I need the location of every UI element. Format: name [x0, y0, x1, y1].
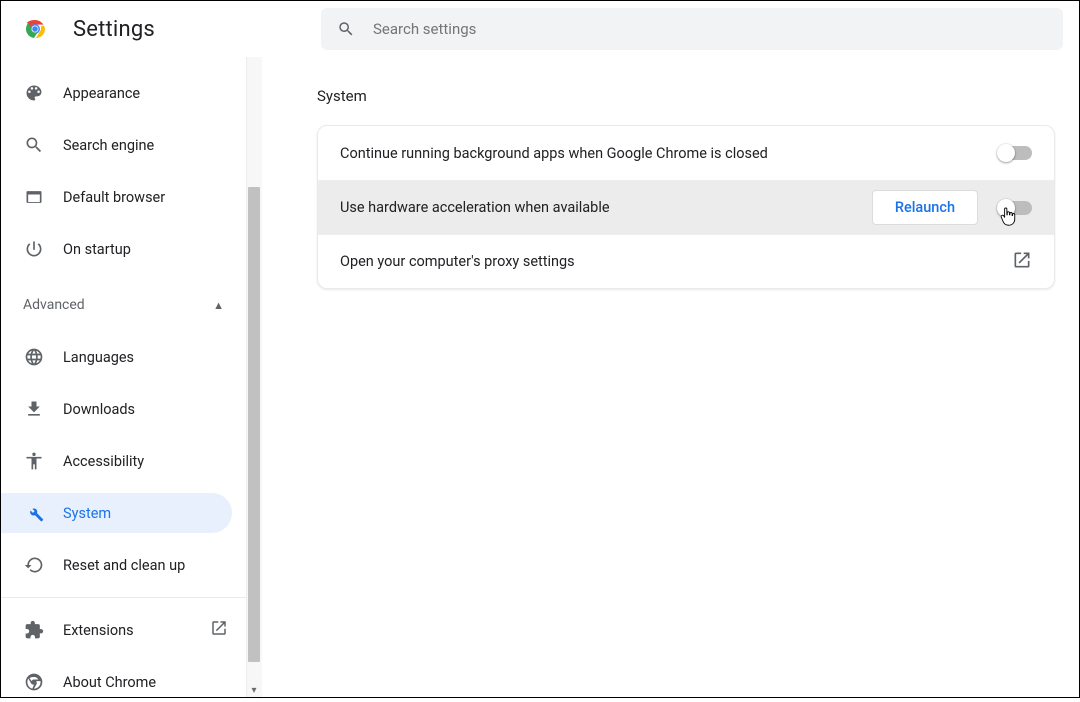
- accessibility-icon: [23, 450, 45, 472]
- sidebar-item-label: About Chrome: [63, 674, 156, 691]
- page-title: Settings: [73, 17, 283, 42]
- sidebar-scrollbar[interactable]: [246, 57, 262, 697]
- sidebar-item-on-startup[interactable]: On startup: [1, 229, 232, 269]
- sidebar-item-default-browser[interactable]: Default browser: [1, 177, 232, 217]
- setting-label: Use hardware acceleration when available: [340, 199, 872, 216]
- chrome-logo-icon: [23, 17, 47, 41]
- chevron-up-icon: ▲: [213, 299, 224, 312]
- sidebar-section-advanced[interactable]: Advanced ▲: [1, 281, 254, 325]
- toggle-hardware-accel[interactable]: [998, 201, 1032, 215]
- sidebar-item-about[interactable]: About Chrome: [1, 662, 232, 702]
- power-icon: [23, 238, 45, 260]
- sidebar: ▴ ▾ Appearance Search engine: [1, 57, 263, 697]
- sidebar-item-label: Downloads: [63, 401, 135, 418]
- search-input[interactable]: Search settings: [321, 8, 1063, 50]
- restore-icon: [23, 554, 45, 576]
- sidebar-item-label: Languages: [63, 349, 134, 366]
- search-placeholder: Search settings: [373, 20, 476, 38]
- browser-box-icon: [23, 186, 45, 208]
- settings-card: Continue running background apps when Go…: [317, 125, 1055, 289]
- main-panel: System Continue running background apps …: [263, 57, 1079, 697]
- setting-label: Continue running background apps when Go…: [340, 145, 998, 162]
- sidebar-item-languages[interactable]: Languages: [1, 337, 232, 377]
- sidebar-item-label: Reset and clean up: [63, 557, 185, 574]
- sidebar-item-label: System: [63, 505, 111, 522]
- palette-icon: [23, 82, 45, 104]
- sidebar-item-label: Search engine: [63, 137, 154, 154]
- advanced-label: Advanced: [23, 297, 85, 313]
- sidebar-item-accessibility[interactable]: Accessibility: [1, 441, 232, 481]
- sidebar-item-search-engine[interactable]: Search engine: [1, 125, 232, 165]
- sidebar-item-label: On startup: [63, 241, 131, 258]
- setting-row-hardware-accel: Use hardware acceleration when available…: [318, 180, 1054, 234]
- section-title: System: [317, 87, 1079, 105]
- wrench-icon: [23, 502, 45, 524]
- sidebar-item-label: Appearance: [63, 85, 140, 102]
- open-external-icon: [210, 619, 228, 641]
- relaunch-button[interactable]: Relaunch: [872, 190, 978, 225]
- extension-icon: [23, 619, 45, 641]
- divider: [1, 597, 254, 598]
- search-icon: [23, 134, 45, 156]
- setting-label: Open your computer's proxy settings: [340, 253, 1012, 270]
- toggle-background-apps[interactable]: [998, 146, 1032, 160]
- scrollbar-down-arrow[interactable]: ▾: [246, 683, 262, 697]
- sidebar-item-label: Accessibility: [63, 453, 144, 470]
- chrome-icon: [23, 671, 45, 693]
- setting-row-background-apps: Continue running background apps when Go…: [318, 126, 1054, 180]
- sidebar-scrollbar-thumb[interactable]: [248, 187, 260, 662]
- globe-icon: [23, 346, 45, 368]
- sidebar-item-system[interactable]: System: [1, 493, 232, 533]
- download-icon: [23, 398, 45, 420]
- sidebar-item-label: Extensions: [63, 622, 134, 639]
- search-icon: [337, 20, 355, 38]
- sidebar-item-appearance[interactable]: Appearance: [1, 73, 232, 113]
- sidebar-item-label: Default browser: [63, 189, 165, 206]
- setting-row-proxy[interactable]: Open your computer's proxy settings: [318, 234, 1054, 288]
- sidebar-item-extensions[interactable]: Extensions: [1, 610, 232, 650]
- sidebar-item-reset[interactable]: Reset and clean up: [1, 545, 232, 585]
- open-external-icon: [1012, 250, 1032, 274]
- sidebar-item-downloads[interactable]: Downloads: [1, 389, 232, 429]
